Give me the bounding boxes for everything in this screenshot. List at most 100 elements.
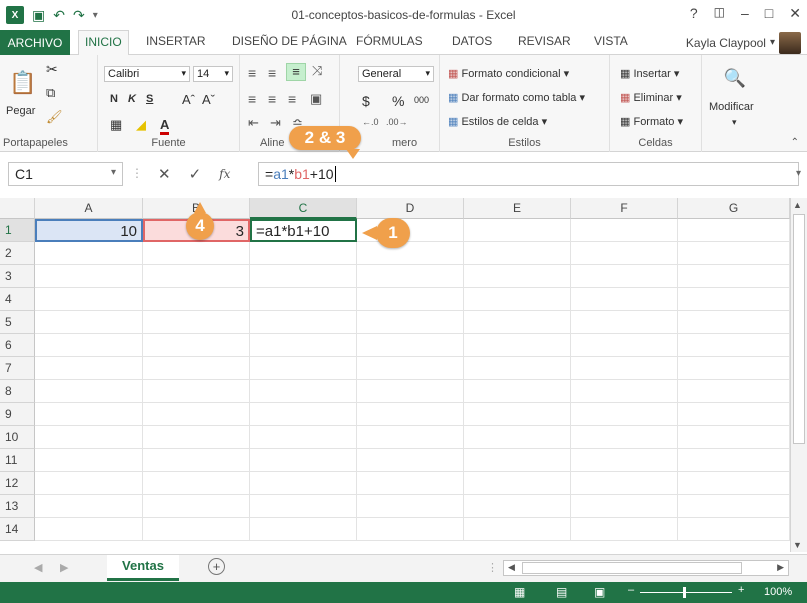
row-header[interactable]: 9	[0, 403, 35, 426]
decrease-decimal-icon[interactable]: .00→	[386, 117, 408, 127]
tab-formulas[interactable]: FÓRMULAS	[356, 34, 423, 48]
percent-button[interactable]: %	[392, 93, 404, 109]
delete-cells-button[interactable]: ▦ Eliminar ▾	[620, 91, 682, 104]
tab-inicio[interactable]: INICIO	[78, 30, 129, 56]
grid-cell[interactable]	[464, 334, 571, 357]
grid-cell[interactable]	[464, 495, 571, 518]
grid-cell[interactable]	[143, 357, 250, 380]
horizontal-scrollbar[interactable]: ◀ ▶	[503, 560, 789, 576]
grid-cell[interactable]	[143, 449, 250, 472]
tab-archivo[interactable]: ARCHIVO	[0, 30, 70, 55]
align-right-icon[interactable]: ≡	[288, 91, 296, 107]
merge-icon[interactable]: ▣	[310, 91, 322, 107]
underline-button[interactable]: S	[146, 93, 153, 105]
column-header-e[interactable]: E	[464, 198, 571, 219]
column-header-a[interactable]: A	[35, 198, 143, 219]
grid-cell[interactable]	[357, 403, 464, 426]
grid-cell[interactable]	[250, 403, 357, 426]
column-header-c[interactable]: C	[250, 198, 357, 219]
grid-cell[interactable]	[35, 426, 143, 449]
insert-function-icon[interactable]: fx	[219, 167, 230, 181]
grid-cell[interactable]	[678, 288, 790, 311]
cancel-icon[interactable]: ✕	[158, 165, 171, 183]
orientation-icon[interactable]: ⤨	[312, 63, 322, 79]
grid-cell[interactable]	[143, 403, 250, 426]
grid-cell[interactable]	[678, 265, 790, 288]
row-header[interactable]: 6	[0, 334, 35, 357]
row-header[interactable]: 13	[0, 495, 35, 518]
tab-insertar[interactable]: INSERTAR	[146, 34, 206, 48]
worksheet-grid[interactable]: A B C D E F G 1 2 3 4 5 6 7 8 9 10 11 12 13 14 10 3 =…	[0, 198, 807, 552]
grid-cell[interactable]	[464, 403, 571, 426]
binoculars-icon[interactable]: 🔍	[718, 63, 752, 93]
grid-cell[interactable]	[35, 449, 143, 472]
minimize-button[interactable]: –	[741, 5, 749, 22]
grid-cell[interactable]	[357, 357, 464, 380]
next-sheet-icon[interactable]: ▶	[60, 561, 68, 574]
grid-cell[interactable]	[678, 380, 790, 403]
grid-cell[interactable]	[35, 472, 143, 495]
increase-indent-icon[interactable]: ⇥	[270, 115, 281, 131]
align-bottom-icon[interactable]: ≡	[286, 63, 306, 81]
grid-cell[interactable]	[35, 265, 143, 288]
grid-cell[interactable]	[357, 380, 464, 403]
grid-cell[interactable]	[464, 288, 571, 311]
vertical-scrollbar[interactable]: ▲ ▼	[790, 198, 807, 552]
grid-cell[interactable]	[571, 472, 678, 495]
grid-cell[interactable]	[250, 495, 357, 518]
zoom-slider[interactable]	[640, 592, 732, 593]
page-break-icon[interactable]: ▣	[594, 585, 605, 599]
align-top-icon[interactable]: ≡	[248, 65, 256, 81]
bold-button[interactable]: N	[110, 93, 118, 105]
grid-cell[interactable]	[571, 242, 678, 265]
grid-cell[interactable]	[143, 380, 250, 403]
grid-cell[interactable]	[571, 357, 678, 380]
cut-icon[interactable]: ✂	[46, 61, 58, 78]
increase-decimal-icon[interactable]: ←.0	[362, 117, 379, 127]
conditional-format-button[interactable]: ▦ Formato condicional ▾	[448, 67, 569, 80]
cell-a1[interactable]: 10	[35, 219, 143, 242]
row-header[interactable]: 11	[0, 449, 35, 472]
row-header[interactable]: 2	[0, 242, 35, 265]
close-button[interactable]: ✕	[789, 5, 801, 22]
grid-cell[interactable]	[250, 265, 357, 288]
shrink-font-icon[interactable]: Aˇ	[202, 92, 215, 107]
grid-cell[interactable]	[464, 265, 571, 288]
grid-cell[interactable]	[250, 311, 357, 334]
grid-cell[interactable]	[357, 311, 464, 334]
row-header[interactable]: 7	[0, 357, 35, 380]
align-left-icon[interactable]: ≡	[248, 91, 256, 107]
grid-cell[interactable]	[571, 426, 678, 449]
row-header[interactable]: 5	[0, 311, 35, 334]
grid-cell[interactable]	[357, 426, 464, 449]
zoom-level[interactable]: 100%	[764, 586, 792, 598]
grid-cell[interactable]	[678, 357, 790, 380]
tab-vista[interactable]: VISTA	[594, 34, 628, 48]
grid-cell[interactable]	[464, 449, 571, 472]
grid-cell[interactable]	[464, 219, 571, 242]
column-header-d[interactable]: D	[357, 198, 464, 219]
row-header[interactable]: 4	[0, 288, 35, 311]
paste-icon[interactable]: 📋	[6, 63, 40, 103]
grid-cell[interactable]	[357, 518, 464, 541]
help-button[interactable]: ?	[690, 5, 698, 22]
align-center-icon[interactable]: ≡	[268, 91, 276, 107]
grid-cell[interactable]	[571, 311, 678, 334]
grid-cell[interactable]	[464, 311, 571, 334]
grid-cell[interactable]	[678, 334, 790, 357]
column-header-g[interactable]: G	[678, 198, 790, 219]
enter-icon[interactable]: ✓	[189, 165, 202, 183]
grid-cell[interactable]	[357, 449, 464, 472]
hscroll-thumb[interactable]	[522, 562, 742, 574]
restore-button[interactable]: □	[765, 5, 773, 22]
scroll-right-icon[interactable]: ▶	[777, 562, 784, 573]
zoom-in-icon[interactable]: +	[738, 584, 744, 596]
grid-cell[interactable]	[678, 219, 790, 242]
grid-cell[interactable]	[143, 311, 250, 334]
column-header-f[interactable]: F	[571, 198, 678, 219]
grid-cell[interactable]	[143, 265, 250, 288]
grid-cell[interactable]	[357, 334, 464, 357]
grid-cell[interactable]	[143, 472, 250, 495]
grid-cell[interactable]	[464, 518, 571, 541]
currency-button[interactable]: $	[362, 93, 370, 109]
